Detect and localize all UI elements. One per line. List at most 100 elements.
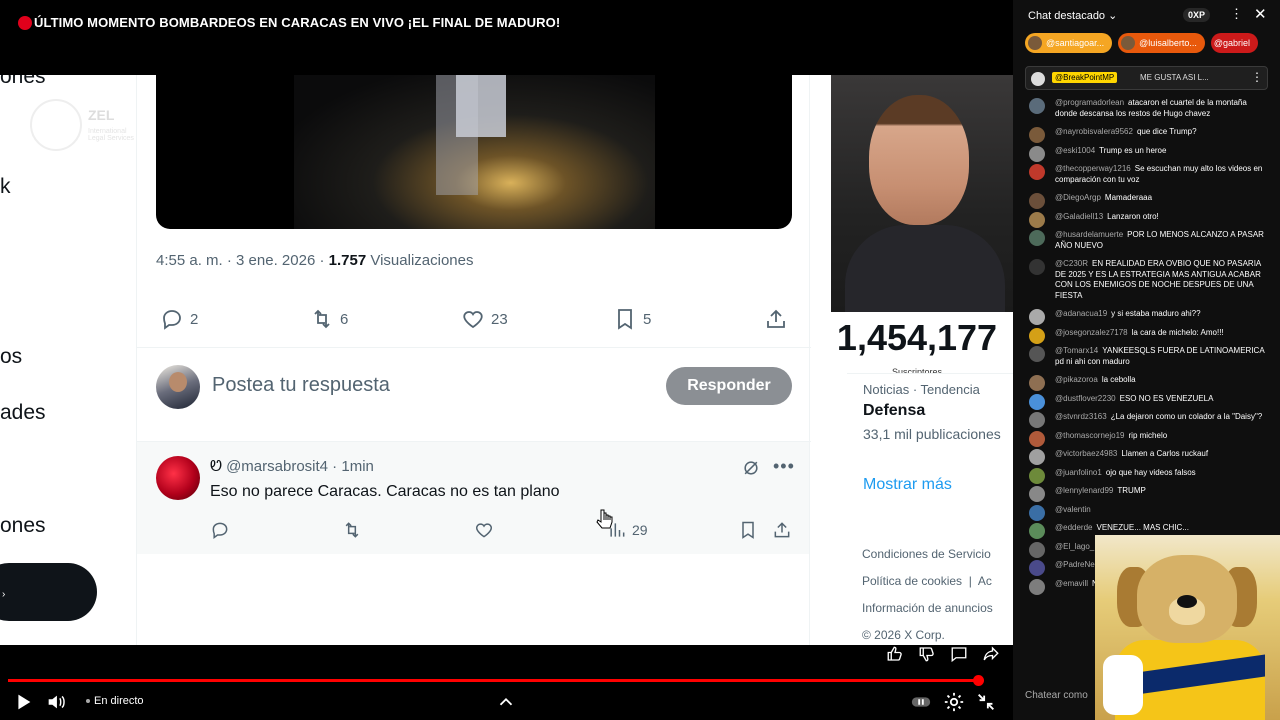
share-icon[interactable] — [982, 645, 1000, 663]
chat-mode-dropdown[interactable]: Chat destacado ⌄ — [1028, 9, 1117, 22]
author-handle[interactable]: @marsabrosit4 — [226, 458, 328, 475]
chat-author[interactable]: @C230R — [1055, 259, 1088, 268]
pinned-message[interactable]: @BreakPointMP ME GUSTA ASI L... ⋮ — [1025, 66, 1268, 90]
nav-item-fragment[interactable]: ones — [0, 514, 46, 538]
avatar[interactable] — [1029, 211, 1045, 228]
chat-author[interactable]: @PadreNe — [1055, 560, 1095, 569]
reply-author[interactable]: Ꮼ @marsabrosit4 · 1min — [210, 458, 374, 475]
avatar[interactable] — [1029, 346, 1045, 362]
avatar[interactable] — [1029, 541, 1045, 558]
chat-message[interactable]: @thecopperway1216 Se escuchan muy alto lo… — [1025, 164, 1265, 185]
chat-author[interactable]: @thecopperway1216 — [1055, 164, 1131, 173]
share-button[interactable] — [772, 520, 792, 540]
chat-message[interactable]: @josegonzalez7178 la cara de michelo: Amo… — [1025, 327, 1265, 344]
chat-author[interactable]: @valentin — [1055, 505, 1091, 514]
repost-button[interactable] — [342, 520, 362, 540]
trend-title[interactable]: Defensa — [863, 402, 925, 420]
avatar[interactable] — [1029, 127, 1045, 143]
chat-author[interactable]: @DiegoArgp — [1055, 193, 1101, 202]
video-title[interactable]: ÚLTIMO MOMENTO BOMBARDEOS EN CARACAS EN … — [34, 15, 560, 30]
chat-author[interactable]: @dustflover2230 — [1055, 394, 1116, 403]
chat-message[interactable]: @juanfolino1 ojo que hay videos falsos — [1025, 467, 1265, 484]
reply-tweet[interactable]: Ꮼ @marsabrosit4 · 1min Eso no parece Cara… — [137, 442, 809, 554]
avatar[interactable] — [156, 456, 200, 500]
chat-author[interactable]: @emavill — [1055, 579, 1088, 588]
like-button[interactable]: 23 — [461, 307, 508, 331]
footer-link[interactable]: Política de cookies | Ac — [862, 568, 1013, 595]
reply-age[interactable]: 1min — [341, 458, 374, 475]
more-vert-icon[interactable]: ⋮ — [1251, 70, 1263, 84]
chat-author[interactable]: @eski1004 — [1055, 146, 1095, 155]
chat-author[interactable]: @El_lago_ — [1055, 542, 1094, 551]
grok-icon[interactable] — [741, 458, 761, 478]
avatar[interactable] — [1029, 560, 1045, 576]
avatar[interactable] — [1029, 230, 1045, 246]
bookmark-button[interactable]: 5 — [613, 307, 651, 331]
chat-author[interactable]: @juanfolino1 — [1055, 468, 1102, 477]
avatar[interactable] — [156, 365, 200, 409]
post-button[interactable]: › — [0, 563, 97, 621]
tweet-date[interactable]: 3 ene. 2026 — [236, 252, 315, 269]
chat-message[interactable]: @pikazoroa la cebolla — [1025, 375, 1265, 391]
avatar[interactable] — [1029, 430, 1045, 447]
donor-chip[interactable]: @gabriel — [1210, 33, 1258, 53]
reply-button[interactable]: 2 — [160, 307, 198, 331]
avatar[interactable] — [1029, 578, 1045, 595]
avatar[interactable] — [1029, 467, 1045, 484]
chat-message[interactable]: @adanacua19 y si estaba maduro ahi?? — [1025, 309, 1265, 325]
play-icon[interactable] — [12, 691, 34, 713]
show-more-link[interactable]: Mostrar más — [863, 476, 952, 494]
avatar[interactable] — [1029, 145, 1045, 162]
chat-message[interactable]: @dustflover2230 ESO NO ES VENEZUELA — [1025, 393, 1265, 410]
chat-message[interactable]: @eski1004 Trump es un heroe — [1025, 145, 1265, 162]
avatar[interactable] — [1029, 486, 1045, 502]
avatar[interactable] — [1029, 164, 1045, 180]
reply-submit-button[interactable]: Responder — [666, 367, 792, 405]
chat-author[interactable]: @edderde — [1055, 523, 1092, 532]
nav-item-fragment[interactable]: k — [0, 175, 11, 199]
avatar[interactable] — [1029, 449, 1045, 465]
live-progress-bar[interactable] — [8, 679, 978, 682]
chat-author[interactable]: @programadorlean — [1055, 98, 1124, 107]
like-button[interactable] — [474, 520, 494, 540]
footer-link[interactable]: Condiciones de Servicio — [862, 541, 1013, 568]
volume-icon[interactable] — [45, 691, 67, 713]
trend-card[interactable]: Noticias · Tendencia Defensa 33,1 mil pu… — [847, 373, 1013, 513]
nav-item-fragment[interactable]: os — [0, 345, 22, 369]
chat-message[interactable]: @valentin — [1025, 504, 1265, 521]
donor-chip[interactable]: @luisalberto... — [1118, 33, 1205, 53]
chat-author[interactable]: @adanacua19 — [1055, 309, 1107, 318]
repost-button[interactable]: 6 — [310, 307, 348, 331]
chat-author[interactable]: @pikazoroa — [1055, 375, 1098, 384]
chat-message[interactable]: @thomascornejo19 rip michelo — [1025, 430, 1265, 447]
reply-input[interactable]: Postea tu respuesta — [212, 374, 390, 397]
exit-fullscreen-icon[interactable] — [975, 691, 997, 713]
thumbs-down-icon[interactable] — [918, 645, 936, 663]
live-indicator[interactable]: En directo — [86, 695, 144, 707]
avatar[interactable] — [1029, 523, 1045, 539]
donor-chip[interactable]: @santiagoar... — [1025, 33, 1113, 53]
chevron-up-icon[interactable] — [495, 691, 517, 713]
chat-author[interactable]: @josegonzalez7178 — [1055, 328, 1128, 337]
nav-item-fragment[interactable]: ones — [0, 75, 46, 89]
scrubber-handle[interactable] — [973, 675, 984, 686]
nav-item-fragment[interactable]: ades — [0, 401, 46, 425]
chat-author[interactable]: @thomascornejo19 — [1055, 431, 1125, 440]
chat-author[interactable]: @Galadiell13 — [1055, 212, 1103, 221]
avatar[interactable] — [1029, 98, 1045, 114]
footer-link[interactable]: Información de anuncios — [862, 595, 1013, 622]
bookmark-button[interactable] — [738, 520, 758, 540]
thumbs-up-icon[interactable] — [886, 645, 904, 663]
chat-message[interactable]: @Tomarx14 YANKEESQLS FUERA DE LATINOAMERI… — [1025, 346, 1265, 367]
comment-icon[interactable] — [950, 645, 968, 663]
tweet-video[interactable] — [156, 75, 792, 229]
points-badge[interactable]: 0XP — [1183, 8, 1211, 22]
avatar[interactable] — [1029, 504, 1045, 521]
chat-author[interactable]: @stvnrdz3163 — [1055, 412, 1107, 421]
chat-input[interactable]: Chatear como — [1025, 690, 1088, 701]
chat-author[interactable]: @nayrobisvalera9562 — [1055, 127, 1133, 136]
chat-message[interactable]: @Galadiell13 Lanzaron otro! — [1025, 211, 1265, 228]
chat-author[interactable]: @Tomarx14 — [1055, 346, 1098, 355]
chat-message[interactable]: @lennylenard99 TRUMP — [1025, 486, 1265, 502]
avatar[interactable] — [1029, 327, 1045, 344]
